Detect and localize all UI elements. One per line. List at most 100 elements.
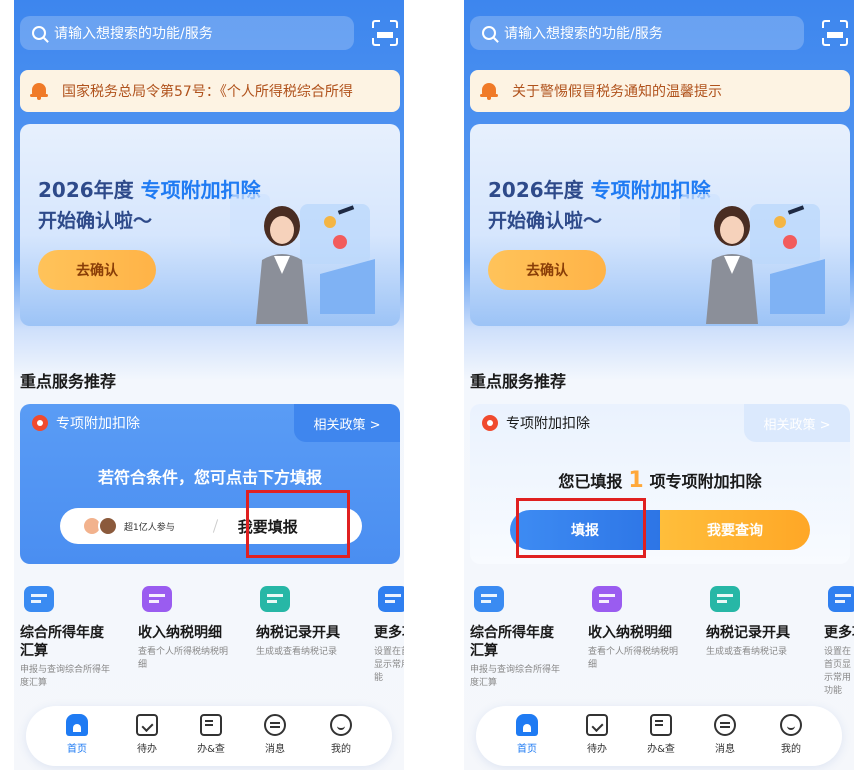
highlight-box [246, 490, 350, 558]
service-name: 更多功能 [824, 625, 854, 641]
tab-home[interactable]: 首页 [502, 714, 552, 755]
phone-screen-left: 请输入想搜索的功能/服务 国家税务总局令第57号：《个人所得税综合所得 2026… [14, 0, 404, 770]
tab-label: 我的 [781, 744, 801, 755]
scan-icon[interactable] [372, 20, 398, 46]
more-icon [828, 586, 854, 612]
phone-screen-right: 请输入想搜索的功能/服务 关于警惕假冒税务通知的温馨提示 2026年度 专项附加… [464, 0, 854, 770]
policy-link[interactable]: 相关政策 > [294, 404, 400, 442]
highlight-box [516, 498, 646, 558]
service-desc: 设置在首页显示常用功能 [374, 647, 404, 683]
todo-icon [136, 714, 158, 736]
message-icon [264, 714, 286, 736]
tab-label: 待办 [137, 744, 157, 755]
service-more[interactable]: 更多功能 设置在首页显示常用功能 [374, 586, 404, 685]
service-annual-tax[interactable]: 综合所得年度汇算 申报与查询综合所得年度汇算 [470, 586, 584, 690]
tab-label: 待办 [587, 744, 607, 755]
filled-status: 您已填报 1 项专项附加扣除 [558, 468, 762, 493]
todo-icon [586, 714, 608, 736]
service-name: 综合所得年度汇算 [20, 625, 104, 659]
card-message: 若符合条件，您可点击下方填报 [97, 468, 322, 487]
tab-label: 消息 [265, 744, 285, 755]
service-tax-record[interactable]: 纳税记录开具 生成或查看纳税记录 [256, 586, 370, 659]
search-placeholder: 请输入想搜索的功能/服务 [504, 26, 663, 42]
service-income-detail[interactable]: 收入纳税明细 查看个人所得税纳税明细 [588, 586, 702, 672]
pill-divider [212, 519, 218, 533]
banner-illustration [680, 194, 825, 324]
service-income-detail[interactable]: 收入纳税明细 查看个人所得税纳税明细 [138, 586, 252, 672]
notice-bar[interactable]: 关于警惕假冒税务通知的温馨提示 [470, 70, 850, 112]
tab-label: 首页 [67, 744, 87, 755]
service-name: 更多功能 [374, 625, 404, 641]
service-name: 纳税记录开具 [706, 625, 790, 641]
service-desc: 生成或查看纳税记录 [256, 647, 338, 657]
promo-banner[interactable]: 2026年度 专项附加扣除 开始确认啦～ 去确认 [470, 124, 850, 326]
search-bar[interactable]: 请输入想搜索的功能/服务 [470, 16, 804, 50]
tax-record-icon [710, 586, 740, 612]
service-tax-record[interactable]: 纳税记录开具 生成或查看纳税记录 [706, 586, 820, 659]
annual-tax-icon [24, 586, 54, 612]
card-title: 专项附加扣除 [506, 416, 590, 432]
home-icon [66, 714, 88, 736]
service-name: 收入纳税明细 [588, 625, 672, 641]
notice-bar[interactable]: 国家税务总局令第57号：《个人所得税综合所得 [20, 70, 400, 112]
service-name: 纳税记录开具 [256, 625, 340, 641]
bell-icon [480, 82, 498, 100]
search-placeholder: 请输入想搜索的功能/服务 [54, 26, 213, 42]
query-button[interactable]: 我要查询 [660, 510, 810, 550]
service-desc: 设置在首页显示常用功能 [824, 647, 852, 696]
filled-count: 1 [628, 468, 644, 493]
confirm-button[interactable]: 去确认 [38, 250, 156, 290]
tab-home[interactable]: 首页 [52, 714, 102, 755]
tab-messages[interactable]: 消息 [700, 714, 750, 755]
banner-line2: 开始确认啦～ [38, 210, 153, 232]
message-icon [714, 714, 736, 736]
tab-label: 首页 [517, 744, 537, 755]
banner-illustration [230, 194, 375, 324]
service-desc: 查看个人所得税纳税明细 [588, 647, 679, 670]
tab-label: 我的 [331, 744, 351, 755]
bell-icon [30, 82, 48, 100]
service-desc: 生成或查看纳税记录 [706, 647, 788, 657]
bottom-tab-bar: 首页 待办 办&查 消息 我的 [476, 706, 842, 766]
service-desc: 查看个人所得税纳税明细 [138, 647, 229, 670]
income-detail-icon [142, 586, 172, 612]
more-icon [378, 586, 404, 612]
tab-todo[interactable]: 待办 [572, 714, 622, 755]
search-bar[interactable]: 请输入想搜索的功能/服务 [20, 16, 354, 50]
scan-icon[interactable] [822, 20, 848, 46]
tab-me[interactable]: 我的 [316, 714, 366, 755]
tab-me[interactable]: 我的 [766, 714, 816, 755]
section-title: 重点服务推荐 [470, 372, 567, 391]
flame-icon [32, 415, 48, 431]
policy-link[interactable]: 相关政策 > [744, 404, 850, 442]
tax-record-icon [260, 586, 290, 612]
card-title: 专项附加扣除 [56, 416, 140, 432]
bottom-tab-bar: 首页 待办 办&查 消息 我的 [26, 706, 392, 766]
income-detail-icon [592, 586, 622, 612]
confirm-button[interactable]: 去确认 [488, 250, 606, 290]
service-desc: 申报与查询综合所得年度汇算 [470, 665, 561, 688]
do-query-icon [200, 714, 222, 736]
banner-line2: 开始确认啦～ [488, 210, 603, 232]
promo-banner[interactable]: 2026年度 专项附加扣除 开始确认啦～ 去确认 [20, 124, 400, 326]
tab-messages[interactable]: 消息 [250, 714, 300, 755]
annual-tax-icon [474, 586, 504, 612]
avatar-group [82, 516, 120, 536]
tab-do-query[interactable]: 办&查 [636, 714, 686, 755]
tab-do-query[interactable]: 办&查 [186, 714, 236, 755]
search-icon [482, 26, 496, 40]
service-annual-tax[interactable]: 综合所得年度汇算 申报与查询综合所得年度汇算 [20, 586, 134, 690]
home-icon [516, 714, 538, 736]
tab-label: 消息 [715, 744, 735, 755]
notice-text: 关于警惕假冒税务通知的温馨提示 [512, 84, 722, 100]
service-more[interactable]: 更多功能 设置在首页显示常用功能 [824, 586, 854, 698]
tab-label: 办&查 [197, 744, 225, 755]
section-title: 重点服务推荐 [20, 372, 117, 391]
service-name: 综合所得年度汇算 [470, 625, 554, 659]
profile-icon [330, 714, 352, 736]
tab-todo[interactable]: 待办 [122, 714, 172, 755]
do-query-icon [650, 714, 672, 736]
tab-label: 办&查 [647, 744, 675, 755]
participants-count: 超1亿人参与 [124, 522, 175, 533]
service-name: 收入纳税明细 [138, 625, 222, 641]
